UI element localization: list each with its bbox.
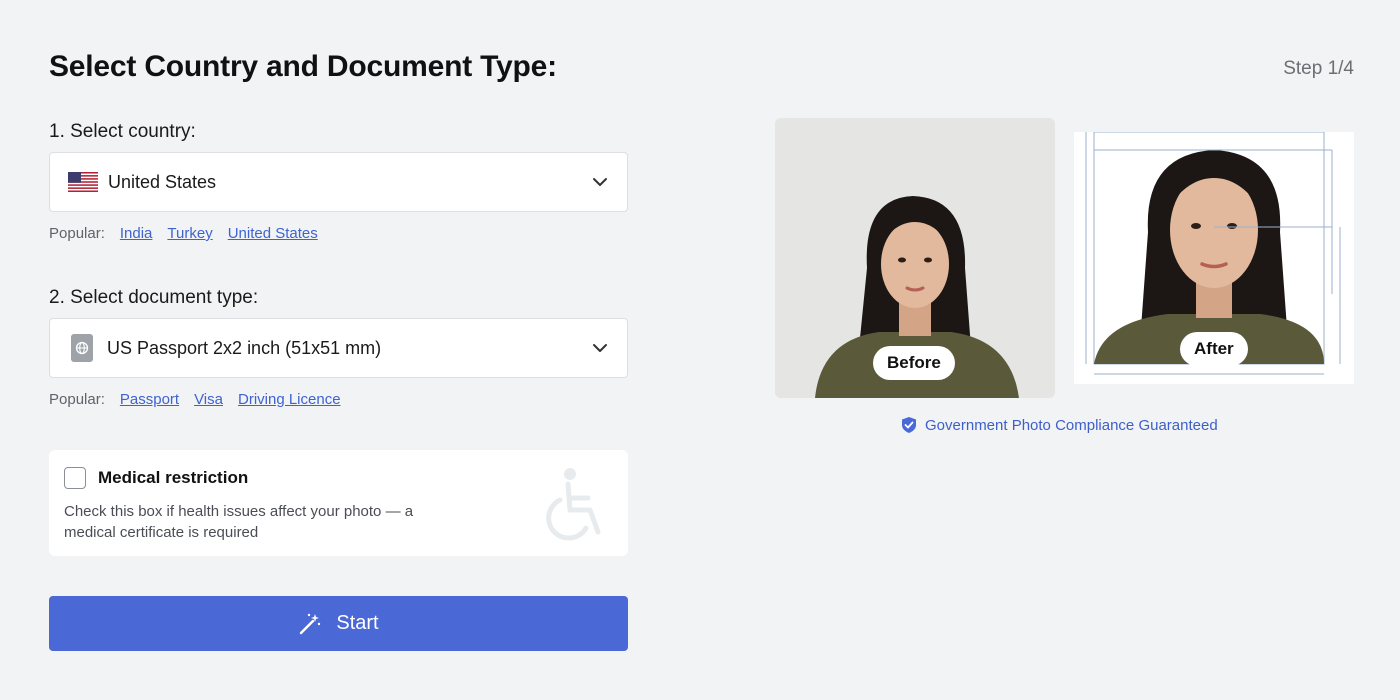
wheelchair-icon xyxy=(546,468,601,541)
popular-document-visa[interactable]: Visa xyxy=(194,391,223,408)
start-button[interactable]: Start xyxy=(49,596,628,651)
popular-document-passport[interactable]: Passport xyxy=(120,391,179,408)
country-label: 1. Select country: xyxy=(49,121,196,142)
after-label: After xyxy=(1180,332,1248,366)
chevron-down-icon xyxy=(593,178,607,186)
medical-restriction-checkbox[interactable] xyxy=(64,467,86,489)
after-photo: After xyxy=(1074,132,1354,384)
step-indicator: Step 1/4 xyxy=(1283,58,1354,79)
popular-label: Popular: xyxy=(49,391,105,408)
medical-restriction-card: Medical restriction Check this box if he… xyxy=(49,450,628,556)
medical-restriction-title: Medical restriction xyxy=(98,468,249,487)
country-select-value: United States xyxy=(108,171,217,192)
popular-country-turkey[interactable]: Turkey xyxy=(167,225,212,242)
us-flag-icon xyxy=(68,172,98,192)
before-label: Before xyxy=(873,346,955,380)
country-popular-row: Popular: India Turkey United States xyxy=(49,225,318,242)
popular-label: Popular: xyxy=(49,225,105,242)
popular-country-united-states[interactable]: United States xyxy=(228,225,318,242)
document-select-value: US Passport 2x2 inch (51x51 mm) xyxy=(107,337,382,358)
page-title: Select Country and Document Type: xyxy=(49,50,557,83)
document-label: 2. Select document type: xyxy=(49,287,259,308)
document-popular-row: Popular: Passport Visa Driving Licence xyxy=(49,391,341,408)
shield-check-icon xyxy=(902,417,916,433)
popular-document-driving-licence[interactable]: Driving Licence xyxy=(238,391,341,408)
chevron-down-icon xyxy=(593,344,607,352)
compliance-note: Government Photo Compliance Guaranteed xyxy=(901,416,1218,434)
magic-wand-icon xyxy=(300,613,321,634)
before-photo: Before xyxy=(775,118,1055,398)
country-select[interactable]: United States xyxy=(49,152,628,212)
start-button-label: Start xyxy=(336,612,379,634)
compliance-text: Government Photo Compliance Guaranteed xyxy=(925,416,1218,434)
passport-icon xyxy=(71,334,93,362)
popular-country-india[interactable]: India xyxy=(120,225,153,242)
medical-restriction-description: Check this box if health issues affect y… xyxy=(64,503,414,541)
document-select[interactable]: US Passport 2x2 inch (51x51 mm) xyxy=(49,318,628,378)
